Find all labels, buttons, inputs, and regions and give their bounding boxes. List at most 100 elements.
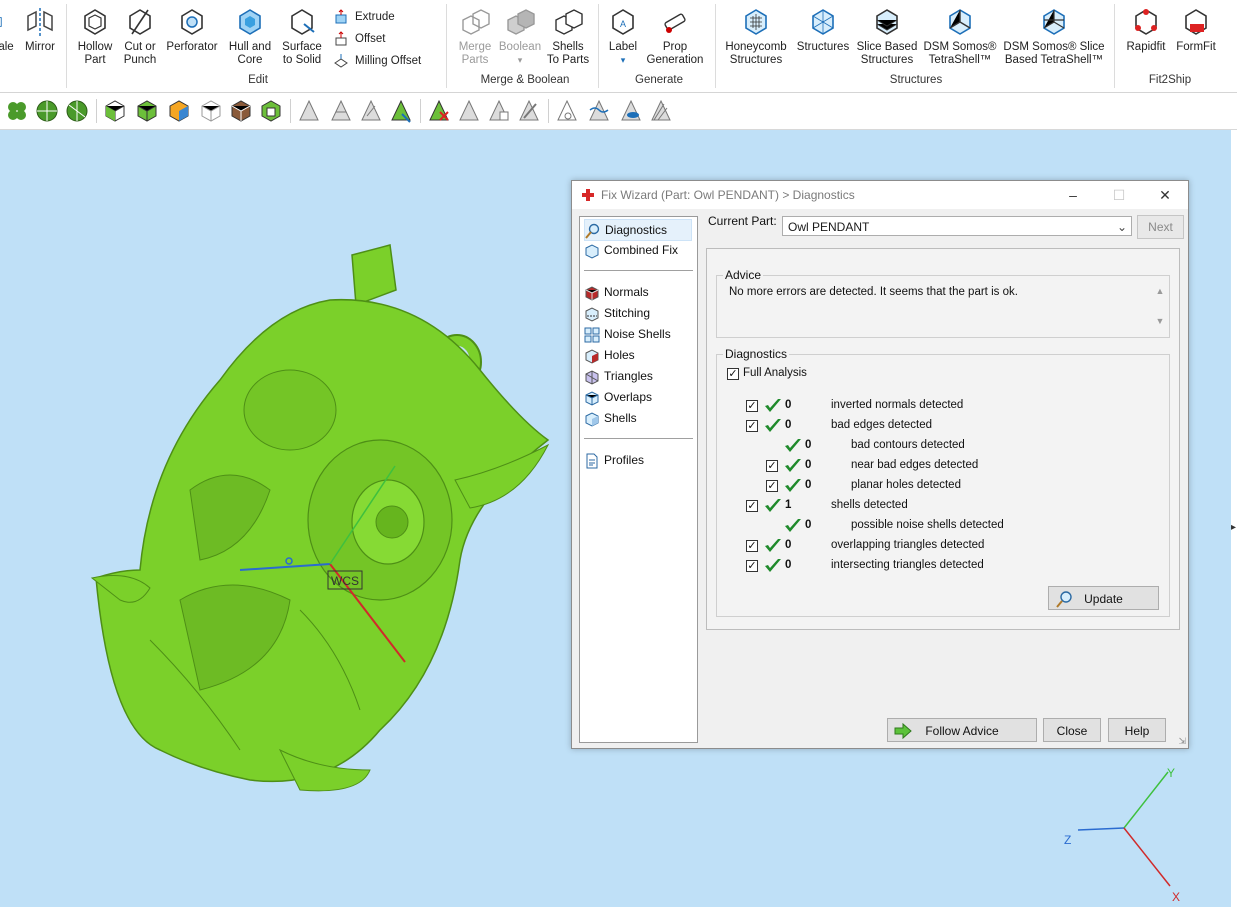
resize-grip-icon[interactable]: ⇲ bbox=[1178, 736, 1186, 747]
triangle-hatch-icon[interactable] bbox=[648, 98, 674, 124]
diagnostic-checkbox[interactable]: ✓ bbox=[766, 480, 778, 492]
overlaps-icon bbox=[585, 391, 599, 406]
part-color-icon[interactable] bbox=[166, 98, 192, 124]
triangle-delete-icon[interactable] bbox=[426, 98, 452, 124]
surface-solid-label-2: to Solid bbox=[282, 54, 322, 66]
diagnostic-count: 0 bbox=[785, 559, 792, 571]
formfit-icon bbox=[1185, 9, 1207, 35]
update-button[interactable]: Update bbox=[1048, 586, 1159, 610]
diagnostic-checkbox[interactable]: ✓ bbox=[766, 460, 778, 472]
advice-scrollbar[interactable]: ▲ ▼ bbox=[1153, 286, 1167, 334]
hollow-part-button[interactable]: Hollow Part bbox=[72, 6, 118, 67]
merge-parts-button[interactable]: Merge Parts bbox=[452, 6, 498, 67]
rapidfit-icon bbox=[1135, 9, 1157, 35]
prop-generation-button[interactable]: Prop Generation bbox=[644, 6, 706, 67]
triangle-invert-icon[interactable] bbox=[456, 98, 482, 124]
rapidfit-button[interactable]: Rapidfit bbox=[1120, 6, 1172, 54]
clover-icon[interactable] bbox=[4, 98, 30, 124]
perforator-button[interactable]: Perforator bbox=[164, 6, 220, 54]
triangle-view-icon[interactable] bbox=[618, 98, 644, 124]
nav-item-combined-fix[interactable]: Combined Fix bbox=[584, 240, 678, 260]
boolean-button[interactable]: Boolean ▾ bbox=[496, 6, 544, 67]
diagnostic-checkbox[interactable]: ✓ bbox=[746, 420, 758, 432]
triangle-edit-icon[interactable] bbox=[516, 98, 542, 124]
nav-label-triangles: Triangles bbox=[604, 369, 653, 383]
diagnostics-main-frame: Advice No more errors are detected. It s… bbox=[706, 248, 1180, 630]
triangle-plane-icon[interactable] bbox=[328, 98, 354, 124]
part-hidden-icon[interactable] bbox=[198, 98, 224, 124]
surface-solid-button[interactable]: Surface to Solid bbox=[278, 6, 326, 67]
toolbar-separator bbox=[548, 99, 549, 123]
mirror-button[interactable]: Mirror bbox=[20, 6, 60, 54]
slice-based-structures-button[interactable]: Slice Based Structures bbox=[854, 6, 920, 67]
nav-item-normals[interactable]: Normals bbox=[584, 282, 649, 302]
diagnostic-row: 0 bad contours detected bbox=[717, 437, 1157, 455]
extrude-button[interactable]: Extrude bbox=[333, 8, 395, 26]
offset-button[interactable]: Offset bbox=[333, 30, 385, 48]
close-button[interactable]: Close bbox=[1043, 718, 1101, 742]
nav-item-holes[interactable]: Holes bbox=[584, 345, 635, 365]
panel-collapse-arrow-icon[interactable]: ▸ bbox=[1231, 522, 1236, 533]
triangle-select-icon[interactable] bbox=[296, 98, 322, 124]
structures-button[interactable]: Structures bbox=[794, 6, 852, 54]
sphere-icon[interactable] bbox=[34, 98, 60, 124]
tetrashell-label-1: DSM Somos® bbox=[923, 41, 997, 53]
close-window-button[interactable]: ✕ bbox=[1142, 181, 1188, 209]
scale-icon bbox=[0, 17, 2, 27]
cut-punch-button[interactable]: Cut or Punch bbox=[118, 6, 162, 67]
nav-item-noise-shells[interactable]: Noise Shells bbox=[584, 324, 671, 344]
sphere-select-icon[interactable] bbox=[64, 98, 90, 124]
slice-based-label-1: Slice Based bbox=[856, 41, 918, 53]
diagnostic-checkbox[interactable]: ✓ bbox=[746, 560, 758, 572]
dialog-titlebar[interactable]: Fix Wizard (Part: Owl PENDANT) > Diagnos… bbox=[572, 181, 1188, 209]
owl-pendant-model[interactable] bbox=[90, 244, 550, 792]
triangle-shell-icon[interactable] bbox=[388, 98, 414, 124]
shells-to-parts-button[interactable]: Shells To Parts bbox=[544, 6, 592, 67]
part-shell-icon[interactable] bbox=[258, 98, 284, 124]
milling-offset-button[interactable]: Milling Offset bbox=[333, 52, 421, 70]
triangle-surface-icon[interactable] bbox=[358, 98, 384, 124]
scale-button[interactable]: ale bbox=[0, 6, 16, 54]
diagnostic-checkbox[interactable]: ✓ bbox=[746, 540, 758, 552]
part-texture-icon[interactable] bbox=[228, 98, 254, 124]
green-check-icon bbox=[785, 479, 801, 492]
nav-label-diagnostics: Diagnostics bbox=[605, 223, 668, 237]
ribbon: ale Mirror Hollow Part Cut or Punch Perfor… bbox=[0, 0, 1237, 93]
triangle-wave-icon[interactable] bbox=[586, 98, 612, 124]
next-button[interactable]: Next bbox=[1137, 215, 1184, 239]
nav-item-stitching[interactable]: Stitching bbox=[584, 303, 650, 323]
triangle-select-outline-icon[interactable] bbox=[554, 98, 580, 124]
wizard-nav-panel: Diagnostics Combined Fix Normals Stitchi… bbox=[579, 216, 698, 743]
honeycomb-structures-button[interactable]: Honeycomb Structures bbox=[722, 6, 790, 67]
minimize-button[interactable]: – bbox=[1050, 181, 1096, 209]
nav-item-shells[interactable]: Shells bbox=[584, 408, 637, 428]
triangle-copy-icon[interactable] bbox=[486, 98, 512, 124]
label-button[interactable]: A Label ▾ bbox=[602, 6, 644, 67]
follow-advice-button[interactable]: Follow Advice bbox=[887, 718, 1037, 742]
maximize-button[interactable]: ☐ bbox=[1096, 181, 1142, 209]
full-analysis-checkbox[interactable]: ✓ bbox=[727, 368, 739, 380]
hull-core-button[interactable]: Hull and Core bbox=[224, 6, 276, 67]
diagnostic-text: bad edges detected bbox=[831, 419, 933, 431]
nav-item-triangles[interactable]: Triangles bbox=[584, 366, 653, 386]
ribbon-separator bbox=[598, 4, 599, 88]
current-part-select[interactable]: Owl PENDANT ⌄ bbox=[782, 216, 1132, 236]
part-fill-icon[interactable] bbox=[134, 98, 160, 124]
diagnostic-checkbox[interactable]: ✓ bbox=[746, 500, 758, 512]
hollow-part-label-1: Hollow bbox=[77, 41, 113, 53]
axis-triad bbox=[1077, 771, 1171, 887]
nav-item-profiles[interactable]: Profiles bbox=[584, 450, 644, 470]
part-select-icon[interactable] bbox=[102, 98, 128, 124]
slice-tetrashell-button[interactable]: DSM Somos® Slice Based TetraShell™ bbox=[1000, 6, 1108, 67]
nav-item-overlaps[interactable]: Overlaps bbox=[584, 387, 652, 407]
help-button[interactable]: Help bbox=[1108, 718, 1166, 742]
toolbar-separator bbox=[420, 99, 421, 123]
tetrashell-button[interactable]: DSM Somos® TetraShell™ bbox=[922, 6, 998, 67]
stitching-icon bbox=[585, 307, 599, 322]
diagnostic-checkbox[interactable]: ✓ bbox=[746, 400, 758, 412]
nav-item-diagnostics[interactable]: Diagnostics bbox=[584, 219, 692, 241]
perforator-icon bbox=[181, 9, 203, 35]
formfit-button[interactable]: FormFit bbox=[1172, 6, 1220, 54]
shells-to-parts-icon bbox=[555, 9, 583, 35]
diagnostic-count: 0 bbox=[805, 479, 812, 491]
